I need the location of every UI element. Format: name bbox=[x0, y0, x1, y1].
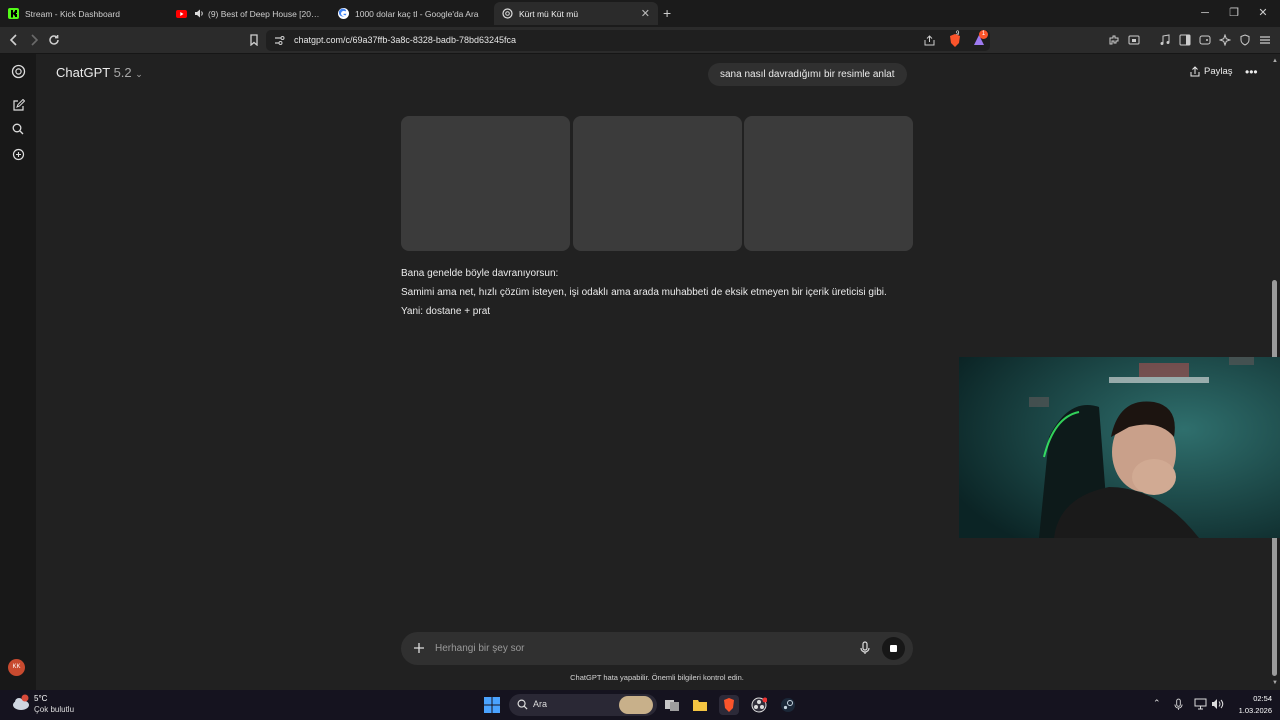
more-options-icon[interactable]: ••• bbox=[1245, 65, 1258, 79]
network-icon[interactable] bbox=[1194, 698, 1207, 710]
disclaimer: ChatGPT hata yapabilir. Önemli bilgileri… bbox=[570, 673, 744, 682]
tab-title: Stream - Kick Dashboard bbox=[25, 8, 120, 19]
tray-microphone-icon[interactable] bbox=[1174, 698, 1183, 711]
shield-badge: 9 bbox=[956, 31, 960, 37]
weather-icon[interactable] bbox=[12, 694, 30, 712]
google-icon bbox=[338, 8, 349, 19]
new-tab-icon[interactable]: + bbox=[663, 5, 671, 21]
close-tab-icon[interactable]: ✕ bbox=[641, 7, 650, 20]
site-settings-icon[interactable] bbox=[274, 35, 285, 46]
scroll-down-icon[interactable]: ▼ bbox=[1272, 680, 1278, 686]
stop-icon bbox=[890, 645, 897, 652]
share-label: Paylaş bbox=[1204, 66, 1233, 77]
assistant-text-line: Yani: dostane + prat bbox=[401, 306, 491, 317]
image-placeholder[interactable] bbox=[573, 116, 742, 251]
user-message-bubble: sana nasıl davradığımı bir resimle anlat bbox=[708, 63, 907, 86]
tab-youtube[interactable]: (9) Best of Deep House [2025] Ch bbox=[168, 2, 328, 25]
speaker-icon[interactable] bbox=[193, 8, 204, 19]
model-version: 5.2 bbox=[113, 65, 132, 80]
stop-button[interactable] bbox=[882, 637, 905, 660]
library-icon[interactable] bbox=[10, 146, 26, 162]
youtube-icon bbox=[176, 8, 187, 19]
tab-kick-dashboard[interactable]: Stream - Kick Dashboard bbox=[0, 2, 168, 25]
webcam-feed-image bbox=[959, 357, 1280, 538]
brave-browser-icon[interactable] bbox=[719, 695, 739, 715]
tab-title: 1000 dolar kaç tl - Google'da Ara bbox=[355, 8, 479, 19]
browser-toolbar: chatgpt.com/c/69a37ffb-3a8c-8328-badb-78… bbox=[0, 27, 1280, 54]
browser-tab-bar: Stream - Kick Dashboard (9) Best of Deep… bbox=[0, 0, 1280, 27]
menu-icon[interactable] bbox=[1257, 32, 1273, 48]
clock-date[interactable]: 1.03.2026 bbox=[1226, 706, 1272, 715]
prompt-input[interactable] bbox=[435, 640, 835, 657]
share-icon bbox=[1190, 66, 1200, 77]
steam-icon[interactable] bbox=[778, 695, 798, 715]
search-label: Ara bbox=[533, 699, 548, 709]
prompt-composer bbox=[401, 632, 913, 665]
brave-shield-icon[interactable]: 9 bbox=[948, 31, 962, 48]
tab-chatgpt-active[interactable]: Kürt mü Küt mü ✕ bbox=[494, 2, 658, 25]
assistant-text-line: Samimi ama net, hızlı çözüm isteyen, işi… bbox=[401, 287, 887, 298]
tab-title: (9) Best of Deep House [2025] Ch bbox=[208, 8, 320, 19]
windows-logo-icon bbox=[484, 697, 500, 713]
taskbar-search[interactable]: Ara bbox=[509, 694, 657, 716]
rewards-badge: 1 bbox=[979, 30, 988, 39]
obs-icon[interactable] bbox=[749, 695, 769, 715]
chevron-down-icon: ⌄ bbox=[135, 69, 143, 79]
extensions-icon[interactable] bbox=[1106, 32, 1122, 48]
model-name: ChatGPT bbox=[56, 65, 110, 80]
brave-rewards-icon[interactable]: 1 bbox=[972, 30, 988, 47]
search-highlight-image bbox=[619, 696, 653, 714]
assistant-text-line: Bana genelde böyle davranıyorsun: bbox=[401, 268, 559, 279]
volume-icon[interactable] bbox=[1211, 698, 1224, 710]
start-button[interactable] bbox=[482, 695, 502, 715]
wallet-icon[interactable] bbox=[1126, 32, 1142, 48]
minimize-icon[interactable]: ─ bbox=[1195, 5, 1215, 21]
leo-ai-icon[interactable] bbox=[1217, 32, 1233, 48]
vpn-shield-icon[interactable] bbox=[1237, 32, 1253, 48]
openai-logo-icon[interactable] bbox=[10, 63, 26, 79]
url-text: chatgpt.com/c/69a37ffb-3a8c-8328-badb-78… bbox=[294, 35, 516, 45]
kick-icon bbox=[8, 8, 19, 19]
left-rail: KK bbox=[0, 54, 36, 690]
tab-google[interactable]: 1000 dolar kaç tl - Google'da Ara bbox=[330, 2, 490, 25]
search-chats-icon[interactable] bbox=[10, 121, 26, 137]
sidebar-icon[interactable] bbox=[1177, 32, 1193, 48]
model-selector[interactable]: ChatGPT 5.2 ⌄ bbox=[56, 65, 143, 80]
search-icon bbox=[517, 699, 528, 710]
address-bar[interactable]: chatgpt.com/c/69a37ffb-3a8c-8328-badb-78… bbox=[266, 30, 990, 51]
chatgpt-icon bbox=[502, 8, 513, 19]
image-placeholder[interactable] bbox=[744, 116, 913, 251]
add-attachment-icon[interactable] bbox=[413, 642, 425, 654]
clock-time[interactable]: 02:54 bbox=[1236, 694, 1272, 703]
share-page-icon[interactable] bbox=[924, 35, 936, 46]
media-icon[interactable] bbox=[1157, 32, 1173, 48]
forward-icon[interactable] bbox=[26, 32, 42, 48]
share-button[interactable]: Paylaş bbox=[1190, 66, 1233, 77]
weather-temp: 5°C bbox=[34, 694, 48, 703]
file-explorer-icon[interactable] bbox=[690, 695, 710, 715]
back-icon[interactable] bbox=[6, 32, 22, 48]
tab-title: Kürt mü Küt mü bbox=[519, 8, 579, 19]
new-chat-icon[interactable] bbox=[10, 97, 26, 113]
restore-icon[interactable]: ❐ bbox=[1224, 5, 1244, 21]
weather-desc: Çok bulutlu bbox=[34, 705, 75, 714]
windows-taskbar: 5°C Çok bulutlu Ara ⌃ 02:54 1.03.2026 bbox=[0, 690, 1280, 720]
microphone-icon[interactable] bbox=[860, 641, 870, 655]
task-view-icon[interactable] bbox=[662, 695, 682, 715]
reload-icon[interactable] bbox=[46, 32, 62, 48]
close-window-icon[interactable]: ✕ bbox=[1253, 5, 1273, 21]
image-placeholder[interactable] bbox=[401, 116, 570, 251]
webcam-overlay bbox=[959, 357, 1280, 538]
bookmark-icon[interactable] bbox=[246, 32, 262, 48]
scroll-up-icon[interactable]: ▲ bbox=[1272, 58, 1278, 64]
tray-overflow-icon[interactable]: ⌃ bbox=[1153, 698, 1161, 709]
brave-wallet-icon[interactable] bbox=[1197, 32, 1213, 48]
